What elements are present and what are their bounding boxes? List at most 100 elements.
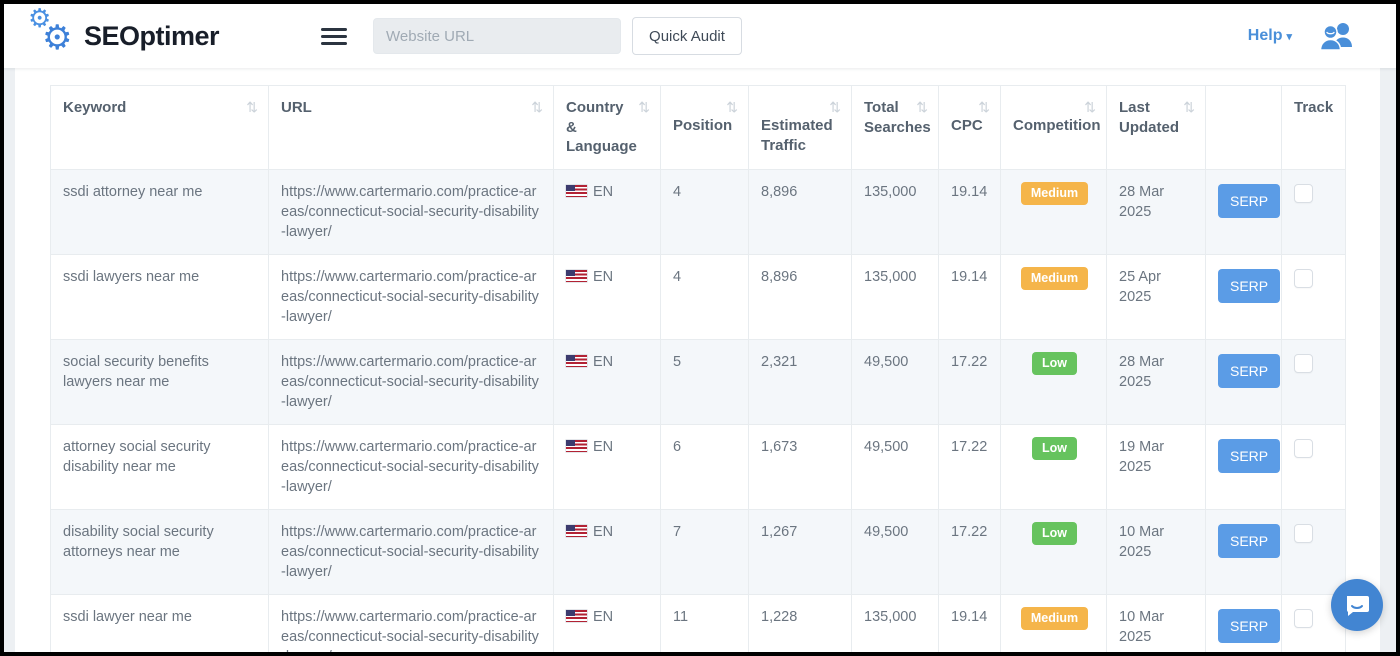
keyword-cell: ssdi attorney near me bbox=[51, 169, 269, 254]
keyword-text: social security benefits lawyers near me bbox=[63, 354, 209, 390]
track-checkbox[interactable] bbox=[1294, 184, 1313, 203]
quick-audit-button[interactable]: Quick Audit bbox=[632, 17, 742, 55]
track-cell bbox=[1282, 339, 1346, 424]
last-updated-cell: 10 Mar 2025 bbox=[1107, 594, 1206, 656]
us-flag-icon bbox=[566, 185, 587, 197]
serp-cell: SERP bbox=[1206, 594, 1282, 656]
url-cell: https://www.cartermario.com/practice-are… bbox=[269, 424, 554, 509]
sort-icon[interactable]: ⇅ bbox=[638, 98, 650, 116]
last-updated-cell: 10 Mar 2025 bbox=[1107, 509, 1206, 594]
track-cell bbox=[1282, 254, 1346, 339]
us-flag-icon bbox=[566, 610, 587, 622]
competition-badge: Low bbox=[1032, 437, 1077, 460]
sort-icon[interactable]: ⇅ bbox=[916, 98, 928, 116]
keyword-text: ssdi attorney near me bbox=[63, 184, 202, 200]
table-row: disability social security attorneys nea… bbox=[51, 509, 1346, 594]
serp-button[interactable]: SERP bbox=[1218, 354, 1280, 388]
serp-button[interactable]: SERP bbox=[1218, 269, 1280, 303]
sort-icon[interactable]: ⇅ bbox=[1084, 98, 1096, 116]
chat-bubble-icon bbox=[1344, 592, 1370, 618]
table-header-row: ⇅Keyword⇅URL⇅Country & Language⇅Position… bbox=[51, 86, 1346, 170]
track-cell bbox=[1282, 169, 1346, 254]
keyword-text: ssdi lawyers near me bbox=[63, 269, 199, 285]
column-header-estimated-traffic[interactable]: ⇅Estimated Traffic bbox=[749, 86, 852, 170]
column-header-position[interactable]: ⇅Position bbox=[661, 86, 749, 170]
sort-icon[interactable]: ⇅ bbox=[1183, 98, 1195, 116]
url-text: https://www.cartermario.com/practice-are… bbox=[281, 269, 539, 325]
table-row: ssdi lawyer near me https://www.carterma… bbox=[51, 594, 1346, 656]
keyword-text: disability social security attorneys nea… bbox=[63, 524, 214, 560]
keyword-cell: social security benefits lawyers near me bbox=[51, 339, 269, 424]
last-updated-cell: 25 Apr 2025 bbox=[1107, 254, 1206, 339]
url-text: https://www.cartermario.com/practice-are… bbox=[281, 609, 539, 656]
country-language-cell: EN bbox=[554, 254, 661, 339]
estimated-traffic-cell: 8,896 bbox=[749, 254, 852, 339]
url-cell: https://www.cartermario.com/practice-are… bbox=[269, 339, 554, 424]
url-cell: https://www.cartermario.com/practice-are… bbox=[269, 509, 554, 594]
track-cell bbox=[1282, 509, 1346, 594]
column-header-keyword[interactable]: ⇅Keyword bbox=[51, 86, 269, 170]
chat-launcher-button[interactable] bbox=[1331, 579, 1383, 631]
track-checkbox[interactable] bbox=[1294, 609, 1313, 628]
competition-badge: Medium bbox=[1021, 267, 1088, 290]
sort-icon[interactable]: ⇅ bbox=[726, 98, 738, 116]
us-flag-icon bbox=[566, 440, 587, 452]
url-cell: https://www.cartermario.com/practice-are… bbox=[269, 594, 554, 656]
position-cell: 5 bbox=[661, 339, 749, 424]
estimated-traffic-cell: 1,673 bbox=[749, 424, 852, 509]
competition-cell: Low bbox=[1001, 424, 1107, 509]
keyword-text: ssdi lawyer near me bbox=[63, 609, 192, 625]
serp-cell: SERP bbox=[1206, 424, 1282, 509]
column-header-track: Track bbox=[1282, 86, 1346, 170]
website-url-input[interactable] bbox=[373, 18, 621, 54]
users-icon[interactable] bbox=[1318, 21, 1356, 51]
column-header-country-language[interactable]: ⇅Country & Language bbox=[554, 86, 661, 170]
competition-cell: Low bbox=[1001, 509, 1107, 594]
serp-button[interactable]: SERP bbox=[1218, 524, 1280, 558]
main-content-panel: ⇅Keyword⇅URL⇅Country & Language⇅Position… bbox=[15, 68, 1380, 652]
column-header-cpc[interactable]: ⇅CPC bbox=[939, 86, 1001, 170]
us-flag-icon bbox=[566, 270, 587, 282]
language-code: EN bbox=[593, 354, 613, 370]
position-cell: 4 bbox=[661, 169, 749, 254]
track-checkbox[interactable] bbox=[1294, 524, 1313, 543]
column-header-competition[interactable]: ⇅Competition bbox=[1001, 86, 1107, 170]
track-checkbox[interactable] bbox=[1294, 439, 1313, 458]
track-cell bbox=[1282, 424, 1346, 509]
cpc-cell: 17.22 bbox=[939, 424, 1001, 509]
sort-icon[interactable]: ⇅ bbox=[829, 98, 841, 116]
column-header-last-updated[interactable]: ⇅Last Updated bbox=[1107, 86, 1206, 170]
serp-button[interactable]: SERP bbox=[1218, 184, 1280, 218]
serp-cell: SERP bbox=[1206, 254, 1282, 339]
column-header-url[interactable]: ⇅URL bbox=[269, 86, 554, 170]
track-checkbox[interactable] bbox=[1294, 354, 1313, 373]
country-language-cell: EN bbox=[554, 339, 661, 424]
estimated-traffic-cell: 8,896 bbox=[749, 169, 852, 254]
chevron-down-icon: ▾ bbox=[1286, 31, 1292, 43]
language-code: EN bbox=[593, 439, 613, 455]
table-row: social security benefits lawyers near me… bbox=[51, 339, 1346, 424]
table-row: attorney social security disability near… bbox=[51, 424, 1346, 509]
track-checkbox[interactable] bbox=[1294, 269, 1313, 288]
serp-cell: SERP bbox=[1206, 169, 1282, 254]
serp-button[interactable]: SERP bbox=[1218, 609, 1280, 643]
url-cell: https://www.cartermario.com/practice-are… bbox=[269, 254, 554, 339]
url-text: https://www.cartermario.com/practice-are… bbox=[281, 184, 539, 240]
column-header-total-searches[interactable]: ⇅Total Searches bbox=[852, 86, 939, 170]
total-searches-cell: 135,000 bbox=[852, 254, 939, 339]
hamburger-menu-icon[interactable] bbox=[321, 24, 347, 49]
serp-button[interactable]: SERP bbox=[1218, 439, 1280, 473]
sort-icon[interactable]: ⇅ bbox=[978, 98, 990, 116]
keyword-text: attorney social security disability near… bbox=[63, 439, 210, 475]
help-dropdown[interactable]: Help▾ bbox=[1248, 27, 1292, 45]
competition-badge: Low bbox=[1032, 522, 1077, 545]
position-cell: 11 bbox=[661, 594, 749, 656]
competition-badge: Low bbox=[1032, 352, 1077, 375]
cpc-cell: 19.14 bbox=[939, 594, 1001, 656]
url-text: https://www.cartermario.com/practice-are… bbox=[281, 354, 539, 410]
url-text: https://www.cartermario.com/practice-are… bbox=[281, 524, 539, 580]
position-cell: 7 bbox=[661, 509, 749, 594]
sort-icon[interactable]: ⇅ bbox=[246, 98, 258, 116]
seoptimer-logo[interactable]: ⚙ ⚙ SEOptimer bbox=[30, 13, 219, 59]
sort-icon[interactable]: ⇅ bbox=[531, 98, 543, 116]
